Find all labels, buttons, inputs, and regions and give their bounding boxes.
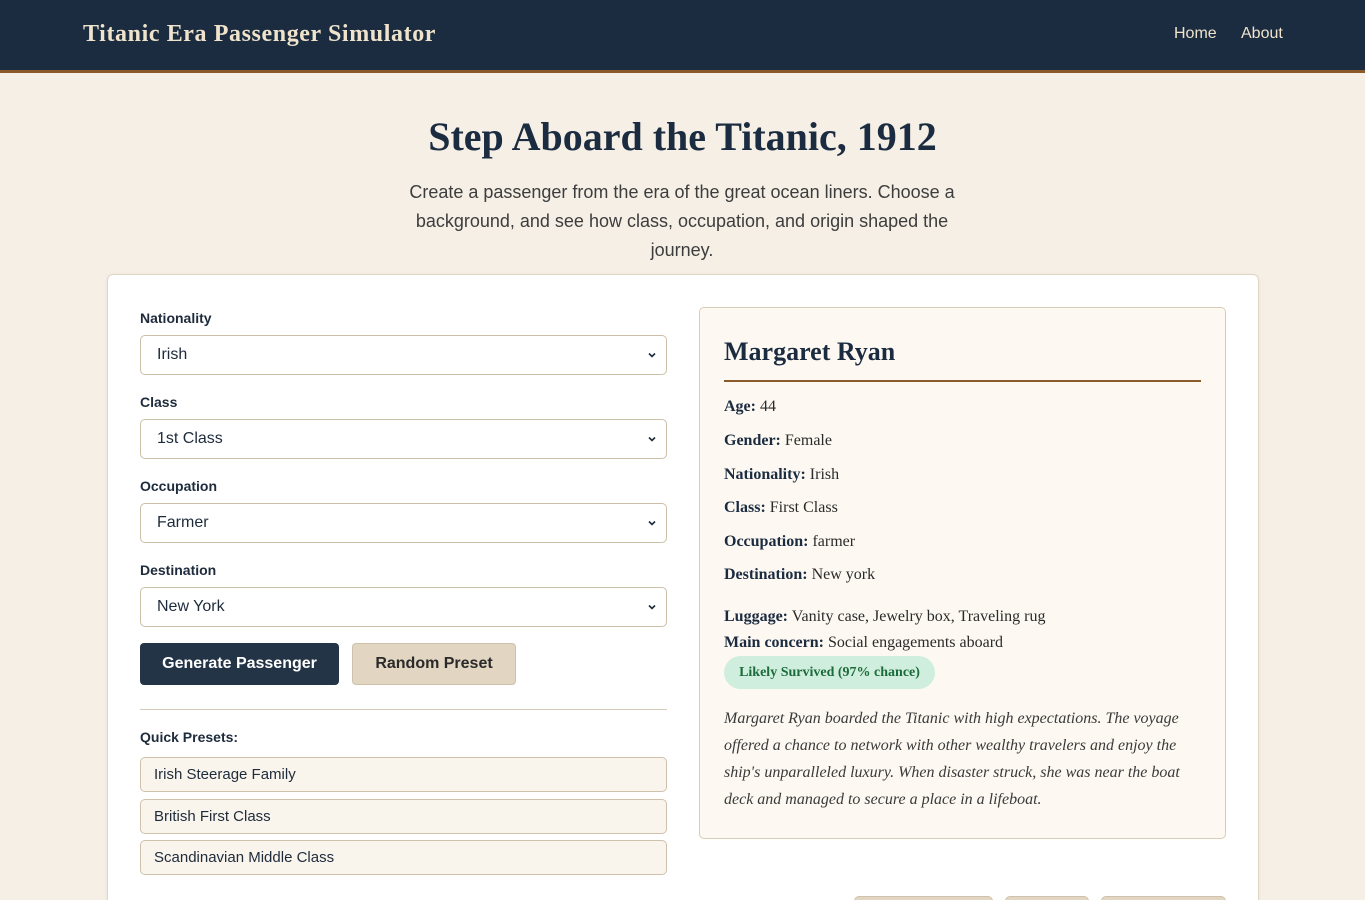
attr-value: First Class [769, 499, 838, 516]
chevron-down-icon [648, 520, 656, 526]
passenger-name: Margaret Ryan [724, 337, 896, 366]
occupation-label: Occupation [140, 478, 218, 494]
attr-label: Age: [724, 398, 756, 415]
story-line: Margaret Ryan boarded the Titanic with h… [724, 710, 1179, 727]
attr-label: Destination: [724, 566, 808, 583]
nav-link-home[interactable]: Home [1174, 25, 1217, 43]
nationality-value: Irish [157, 346, 188, 363]
random-preset-button[interactable]: Random Preset [352, 643, 516, 685]
page-subtitle-line-2: background, and see how class, occupatio… [415, 211, 949, 260]
attr-label: Class: [724, 499, 766, 516]
top-navbar: Titanic Era Passenger Simulator Home Abo… [0, 0, 1365, 73]
attr-age: Age: 44 [724, 398, 776, 416]
name-underline [724, 380, 1201, 382]
attr-main-concern: Main concern: Social engagements aboard [724, 634, 1003, 652]
occupation-select[interactable]: Farmer [140, 503, 667, 543]
nationality-label: Nationality [140, 310, 212, 326]
generate-passenger-button[interactable]: Generate Passenger [140, 643, 339, 685]
passenger-story: Margaret Ryan boarded the Titanic with h… [724, 705, 1194, 813]
destination-select[interactable]: New York [140, 587, 667, 627]
preset-button-scandinavian-middle[interactable]: Scandinavian Middle Class [140, 840, 667, 875]
attr-nationality: Nationality: Irish [724, 466, 839, 484]
action-button-partial[interactable] [1101, 896, 1226, 900]
attr-luggage: Luggage: Vanity case, Jewelry box, Trave… [724, 608, 1045, 626]
page-subtitle-line-1: Create a passenger from the era of the g… [409, 182, 955, 202]
attr-value: Irish [809, 466, 840, 483]
form-divider [140, 709, 667, 710]
attr-value: farmer [812, 533, 856, 550]
page-title: Step Aboard the Titanic, 1912 [428, 114, 937, 159]
attr-value: Female [784, 432, 832, 449]
nationality-select[interactable]: Irish [140, 335, 667, 375]
chevron-down-icon [648, 352, 656, 358]
action-button-partial[interactable] [854, 896, 993, 900]
attr-gender: Gender: Female [724, 432, 832, 450]
survival-badge: Likely Survived (97% chance) [724, 656, 935, 689]
attr-label: Luggage: [724, 608, 788, 625]
destination-value: New York [157, 598, 225, 615]
nav-link-about[interactable]: About [1241, 25, 1283, 43]
chevron-down-icon [648, 436, 656, 442]
attr-value: Vanity case, Jewelry box, Traveling rug [791, 608, 1046, 625]
quick-presets-label: Quick Presets: [140, 729, 239, 745]
preset-button-irish-steerage[interactable]: Irish Steerage Family [140, 757, 667, 792]
attr-label: Occupation: [724, 533, 809, 550]
site-brand[interactable]: Titanic Era Passenger Simulator [83, 21, 436, 48]
attr-label: Nationality: [724, 466, 806, 483]
occupation-value: Farmer [157, 514, 209, 531]
class-label: Class [140, 394, 178, 410]
story-line: ship's unparalleled luxury. When disaste… [724, 764, 1180, 781]
action-button-partial[interactable] [1005, 896, 1089, 900]
page-subtitle: Create a passenger from the era of the g… [382, 178, 982, 265]
chevron-down-icon [648, 604, 656, 610]
attr-value: 44 [759, 398, 776, 415]
story-line: deck and managed to secure a place in a … [724, 791, 1042, 808]
attr-class: Class: First Class [724, 499, 838, 517]
attr-occupation: Occupation: farmer [724, 533, 855, 551]
attr-label: Main concern: [724, 634, 824, 651]
story-line: offered a chance to network with other w… [724, 737, 1177, 754]
class-select[interactable]: 1st Class [140, 419, 667, 459]
attr-value: New york [811, 566, 876, 583]
attr-destination: Destination: New york [724, 566, 875, 584]
destination-label: Destination [140, 562, 217, 578]
preset-button-british-first[interactable]: British First Class [140, 799, 667, 834]
attr-value: Social engagements aboard [827, 634, 1004, 651]
class-value: 1st Class [157, 430, 223, 447]
attr-label: Gender: [724, 432, 781, 449]
